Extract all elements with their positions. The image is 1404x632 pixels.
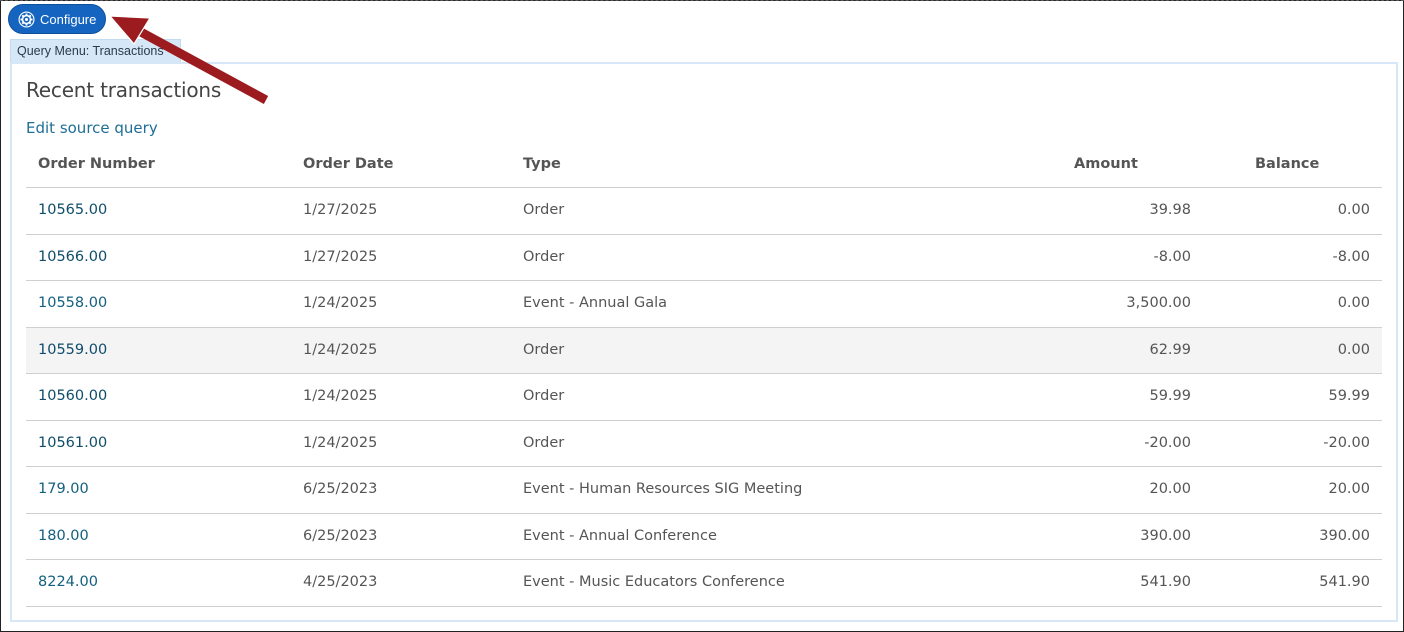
balance-cell: 0.00 [1337, 202, 1370, 218]
order-number-link[interactable]: 10560.00 [38, 388, 107, 404]
type-cell: Event - Annual Conference [523, 527, 717, 544]
type-cell: Order [523, 202, 565, 218]
table-header: Order Number Order Date Type Amount Bala… [26, 142, 1382, 188]
amount-cell: 390.00 [1140, 527, 1191, 544]
order-date-cell: 1/27/2025 [303, 248, 378, 265]
balance-cell: -8.00 [1332, 248, 1370, 265]
type-cell: Order [523, 434, 565, 451]
order-date-cell: 6/25/2023 [303, 527, 378, 544]
header-order-date[interactable]: Order Date [303, 156, 393, 172]
arrow-annotation [108, 15, 269, 104]
transactions-table: Order Number Order Date Type Amount Bala… [26, 142, 1382, 607]
table-row[interactable]: 10558.00 1/24/2025 Event - Annual Gala 3,50… [26, 281, 1382, 328]
balance-cell: 20.00 [1328, 481, 1370, 497]
amount-cell: 59.99 [1149, 388, 1191, 404]
balance-cell: 390.00 [1319, 527, 1370, 544]
type-cell: Order [523, 248, 565, 265]
type-cell: Order [523, 388, 565, 404]
amount-cell: 541.90 [1140, 574, 1191, 590]
order-number-link[interactable]: 10558.00 [38, 295, 107, 311]
table-row[interactable]: 10559.00 1/24/2025 Order 62.99 0.00 [26, 327, 1382, 374]
table-row[interactable]: 179.00 6/25/2023 Event - Human Resources S… [26, 467, 1382, 514]
type-cell: Event - Human Resources SIG Meeting [523, 481, 803, 497]
table-row[interactable]: 10560.00 1/24/2025 Order 59.99 59.99 [26, 374, 1382, 421]
order-number-link[interactable]: 10565.00 [38, 202, 107, 218]
table-row[interactable]: 10566.00 1/27/2025 Order -8.00 -8.00 [26, 235, 1382, 281]
balance-cell: 59.99 [1328, 388, 1370, 404]
order-date-cell: 4/25/2023 [303, 574, 378, 590]
amount-cell: -8.00 [1153, 248, 1191, 265]
amount-cell: 20.00 [1149, 481, 1191, 497]
order-number-link[interactable]: 10559.00 [38, 342, 107, 358]
header-order-number[interactable]: Order Number [38, 156, 155, 172]
header-balance[interactable]: Balance [1255, 156, 1319, 172]
order-number-link[interactable]: 8224.00 [38, 574, 98, 590]
order-date-cell: 1/24/2025 [303, 434, 378, 451]
amount-cell: 62.99 [1149, 341, 1191, 358]
table-row[interactable]: 180.00 6/25/2023 Event - Annual Conference… [26, 514, 1382, 560]
order-number-link[interactable]: 180.00 [38, 528, 89, 544]
order-date-cell: 1/24/2025 [303, 341, 378, 358]
configure-button[interactable]: Configure [8, 4, 106, 34]
amount-cell: 3,500.00 [1126, 295, 1191, 311]
balance-cell: 541.90 [1319, 574, 1370, 590]
order-number-link[interactable]: 10561.00 [38, 435, 107, 451]
configure-button-label: Configure [40, 11, 97, 27]
amount-cell: -20.00 [1144, 434, 1191, 451]
table-row[interactable]: 10561.00 1/24/2025 Order -20.00 -20.00 [26, 421, 1382, 467]
table-row[interactable]: 10565.00 1/27/2025 Order 39.98 0.00 [26, 188, 1382, 235]
top-dashed-border [0, 0, 1404, 1]
order-date-cell: 6/25/2023 [303, 481, 378, 497]
balance-cell: 0.00 [1337, 341, 1370, 358]
type-cell: Order [523, 341, 565, 358]
amount-cell: 39.98 [1149, 202, 1191, 218]
recent-transactions-panel: Recent transactions Edit source query Or… [10, 62, 1398, 622]
header-amount[interactable]: Amount [1074, 156, 1138, 172]
type-cell: Event - Annual Gala [523, 295, 668, 311]
header-type[interactable]: Type [523, 156, 561, 172]
order-date-cell: 1/27/2025 [303, 202, 378, 218]
table-body: 10565.00 1/27/2025 Order 39.98 0.00 10566.00 1… [26, 188, 1382, 607]
order-number-link[interactable]: 10566.00 [38, 249, 107, 265]
balance-cell: -20.00 [1323, 434, 1370, 451]
order-date-cell: 1/24/2025 [303, 295, 378, 311]
order-date-cell: 1/24/2025 [303, 388, 378, 404]
type-cell: Event - Music Educators Conference [523, 574, 785, 590]
edit-source-query-link[interactable]: Edit source query [26, 119, 158, 137]
order-number-link[interactable]: 179.00 [38, 481, 89, 497]
table-row[interactable]: 8224.00 4/25/2023 Event - Music Educators … [26, 560, 1382, 607]
balance-cell: 0.00 [1337, 295, 1370, 311]
gear-icon [18, 10, 35, 28]
